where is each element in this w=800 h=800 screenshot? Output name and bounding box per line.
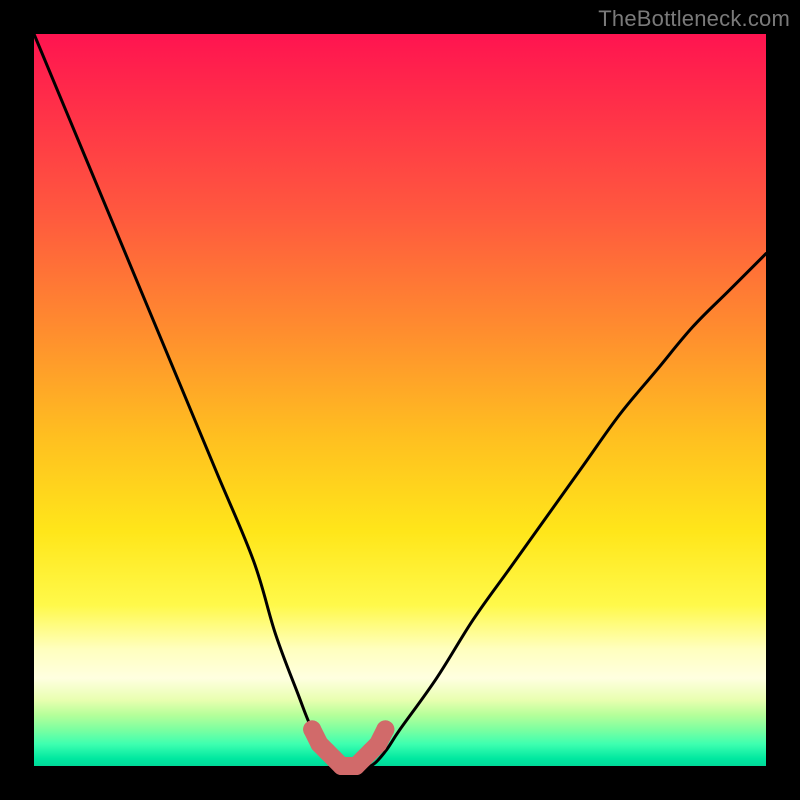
trough-marker-dot	[376, 720, 394, 738]
curve-layer	[34, 34, 766, 766]
watermark-text: TheBottleneck.com	[598, 6, 790, 32]
trough-markers	[303, 720, 394, 775]
chart-frame: TheBottleneck.com	[0, 0, 800, 800]
plot-area	[34, 34, 766, 766]
bottleneck-curve	[34, 34, 766, 767]
